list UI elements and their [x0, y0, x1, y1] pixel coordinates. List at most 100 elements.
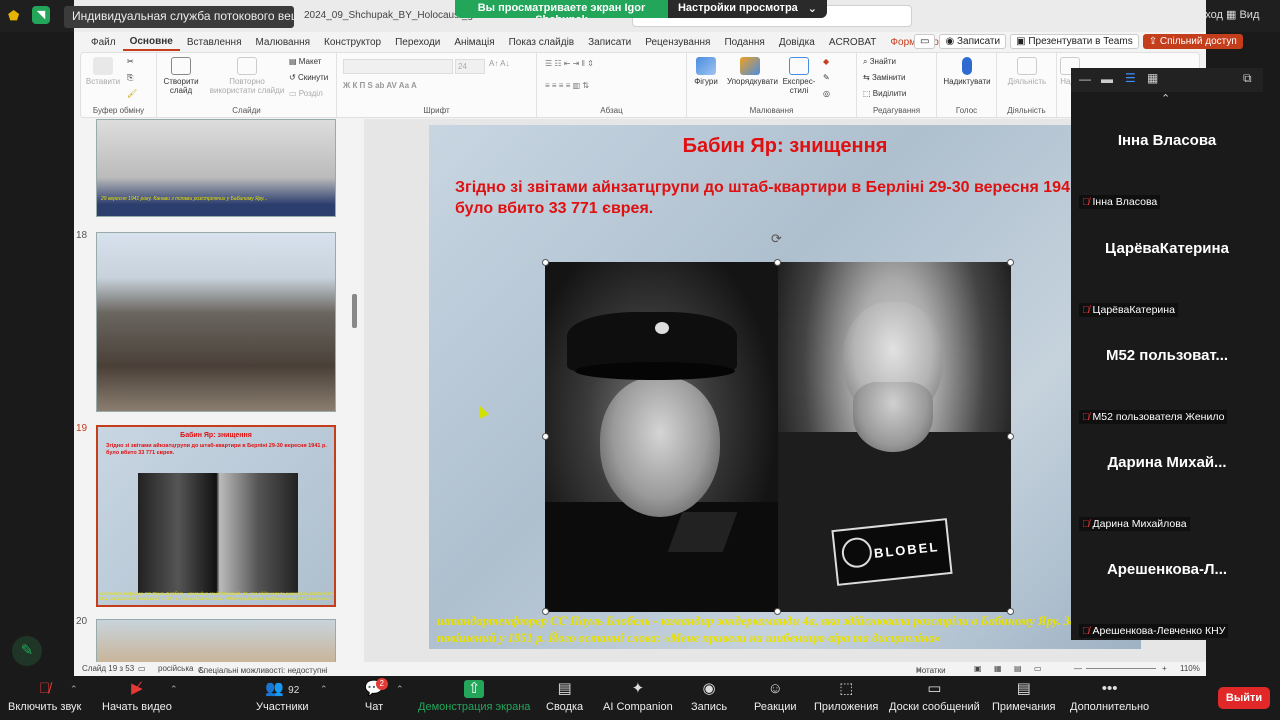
signal-icon[interactable]: ◥ [32, 6, 50, 24]
rotate-handle-icon[interactable]: ⟳ [771, 231, 782, 247]
share-screen-button[interactable]: ⇧ Демонстрация экрана [418, 680, 530, 713]
reset-button[interactable]: ↺ Скинути [289, 73, 328, 82]
share-button[interactable]: ⇪ Спільний доступ [1142, 34, 1243, 49]
replace-button[interactable]: ⇆ Замінити [863, 73, 906, 82]
zoom-slider[interactable] [1086, 668, 1156, 669]
dictate-button[interactable]: Надиктувати [941, 57, 993, 86]
resize-handle[interactable] [542, 259, 549, 266]
participant-tile[interactable]: Дарина Михай... 🎙̸ Дарина Михайлова [1071, 426, 1263, 533]
tab-review[interactable]: Рецензування [638, 35, 717, 50]
record-button[interactable]: ◉ Записати [939, 34, 1007, 49]
zoom-in-icon[interactable]: + [1162, 664, 1167, 673]
minimize-panel-icon[interactable]: — [1079, 72, 1091, 86]
tab-view[interactable]: Подання [717, 35, 771, 50]
slide-thumbnail-19[interactable]: Бабин Яр: знищення Згідно зі звітами айн… [96, 425, 336, 607]
participant-tile[interactable]: Арешенкова-Л... 🎙̸ Арешенкова-Левченко КН… [1071, 533, 1263, 640]
participant-tile[interactable]: Інна Власова 🎙̸ Інна Власова [1071, 104, 1263, 211]
strip-view-icon[interactable]: ☰ [1125, 71, 1136, 85]
chat-button[interactable]: 💬 2 Чат [364, 678, 388, 713]
tab-home[interactable]: Основне [122, 34, 180, 51]
slide-caption[interactable]: штандартенфюрер СС Пауль Блобель - коман… [437, 613, 1137, 647]
quick-styles-button[interactable]: Експрес-стилі [779, 57, 819, 95]
audio-options-icon[interactable]: ⌃ [70, 684, 78, 695]
participant-tile[interactable]: ЦарёваКатерина 🎙̸ ЦарёваКатерина [1071, 212, 1263, 319]
list-buttons[interactable]: ☰ ☷ ⇤ ⇥ ‖ ⇕ [545, 59, 594, 68]
apps-button[interactable]: ⬚ Приложения [814, 680, 878, 713]
reading-view-icon[interactable]: ▤ [1014, 664, 1022, 673]
summary-button[interactable]: ▤ Сводка [546, 680, 583, 713]
participants-options-icon[interactable]: ⌃ [320, 684, 328, 695]
tab-record[interactable]: Записати [581, 35, 638, 50]
paste-button[interactable]: Вставити [85, 57, 121, 86]
video-options-icon[interactable]: ⌃ [170, 684, 178, 695]
shapes-button[interactable]: Фігури [691, 57, 721, 86]
resize-handle[interactable] [1007, 433, 1014, 440]
outline-icon[interactable]: ✎ [823, 73, 830, 82]
speaker-view-icon[interactable]: ▬ [1101, 72, 1113, 86]
annotate-pen-icon[interactable]: ✎ [12, 636, 42, 666]
ai-companion-button[interactable]: ✦ AI Companion [603, 680, 673, 713]
chat-options-icon[interactable]: ⌃ [396, 684, 404, 695]
reuse-slides-button[interactable]: Повторно використати слайди [207, 57, 287, 95]
copy-icon[interactable]: ⎘ [127, 73, 133, 83]
layout-button[interactable]: ▤ Макет [289, 57, 321, 66]
fill-icon[interactable]: ◆ [823, 57, 829, 66]
reactions-button[interactable]: ☺ Реакции [754, 680, 797, 713]
participant-tile[interactable]: M52 пользоват... 🎙̸ M52 пользователя Жени… [1071, 319, 1263, 426]
slide-thumbnail-17[interactable]: 29 вересня 1941 року. Канави з тілами ро… [96, 119, 336, 217]
tab-help[interactable]: Довідка [772, 35, 822, 50]
slide-thumbnail-20[interactable] [96, 619, 336, 662]
more-button[interactable]: ••• Дополнительно [1070, 680, 1149, 713]
slide-canvas[interactable]: Бабин Яр: знищення Згідно зі звітами айн… [429, 125, 1141, 649]
tab-insert[interactable]: Вставлення [180, 35, 249, 50]
tab-design[interactable]: Конструктор [317, 35, 388, 50]
format-painter-icon[interactable]: 🖌 [127, 89, 137, 98]
tab-acrobat[interactable]: ACROBAT [822, 35, 884, 50]
zoom-out-icon[interactable]: — [1074, 664, 1082, 673]
spellcheck-icon[interactable]: ▭ [138, 664, 146, 673]
thumbnails-scrollbar[interactable] [352, 294, 357, 328]
present-teams-button[interactable]: ▣ Презентувати в Teams [1010, 34, 1139, 49]
slide-subtitle[interactable]: Згідно зі звітами айнзатцгрупи до штаб-к… [455, 177, 1135, 219]
view-options-button[interactable]: Настройки просмотра ⌄ [667, 0, 827, 18]
tab-transitions[interactable]: Переходи [388, 35, 447, 50]
window-title-chip[interactable]: Индивидуальная служба потокового вещания [64, 6, 294, 28]
gallery-view-icon[interactable]: ▦ [1147, 71, 1158, 85]
resize-handle[interactable] [1007, 259, 1014, 266]
section-button[interactable]: ▭ Розділ [289, 89, 323, 98]
leave-button[interactable]: Выйти [1218, 687, 1270, 709]
normal-view-icon[interactable]: ▣ [974, 664, 982, 673]
arrange-button[interactable]: Упорядкувати [727, 57, 778, 86]
tab-animations[interactable]: Анімація [447, 35, 501, 50]
tab-slideshow[interactable]: Показ слайдів [502, 35, 582, 50]
start-video-button[interactable]: ▶̸ Начать видео [102, 680, 172, 713]
new-slide-button[interactable]: Створити слайд [161, 57, 201, 95]
sorter-view-icon[interactable]: ▦ [994, 664, 1002, 673]
font-name-select[interactable] [343, 59, 453, 74]
font-size-select[interactable]: 24 [455, 59, 485, 74]
participants-button[interactable]: 👥 92 Участники [256, 680, 309, 713]
language-status[interactable]: російська [158, 664, 193, 673]
font-style-buttons[interactable]: Ж К П S ab AV Aa A [343, 81, 417, 90]
view-button[interactable]: ▦ Вид [1226, 8, 1259, 21]
tab-file[interactable]: Файл [84, 35, 123, 50]
resize-handle[interactable] [774, 259, 781, 266]
tab-draw[interactable]: Малювання [248, 35, 317, 50]
slide-title[interactable]: Бабин Яр: знищення [429, 135, 1141, 158]
align-buttons[interactable]: ≡ ≡ ≡ ≡ ▥ ⇅ [545, 81, 589, 90]
record-meeting-button[interactable]: ◉ Запись [691, 680, 727, 713]
whiteboards-button[interactable]: ▭ Доски сообщений [889, 680, 980, 713]
popout-icon[interactable]: ⧉ [1243, 71, 1252, 86]
cut-icon[interactable]: ✂ [127, 57, 134, 66]
zoom-level[interactable]: 110% [1180, 664, 1200, 673]
slide-thumbnail-18[interactable] [96, 232, 336, 412]
comments-button[interactable]: ▭ [914, 34, 936, 49]
font-grow-icon[interactable]: A↑ A↓ [489, 59, 509, 68]
effects-icon[interactable]: ◎ [823, 89, 830, 98]
slideshow-view-icon[interactable]: ▭ [1034, 664, 1042, 673]
shield-icon[interactable]: ⬟ [8, 8, 19, 24]
activity-button[interactable]: Діяльність [1001, 57, 1053, 86]
find-button[interactable]: ⌕ Знайти [863, 57, 896, 67]
select-button[interactable]: ⬚ Виділити [863, 89, 906, 98]
resize-handle[interactable] [542, 433, 549, 440]
